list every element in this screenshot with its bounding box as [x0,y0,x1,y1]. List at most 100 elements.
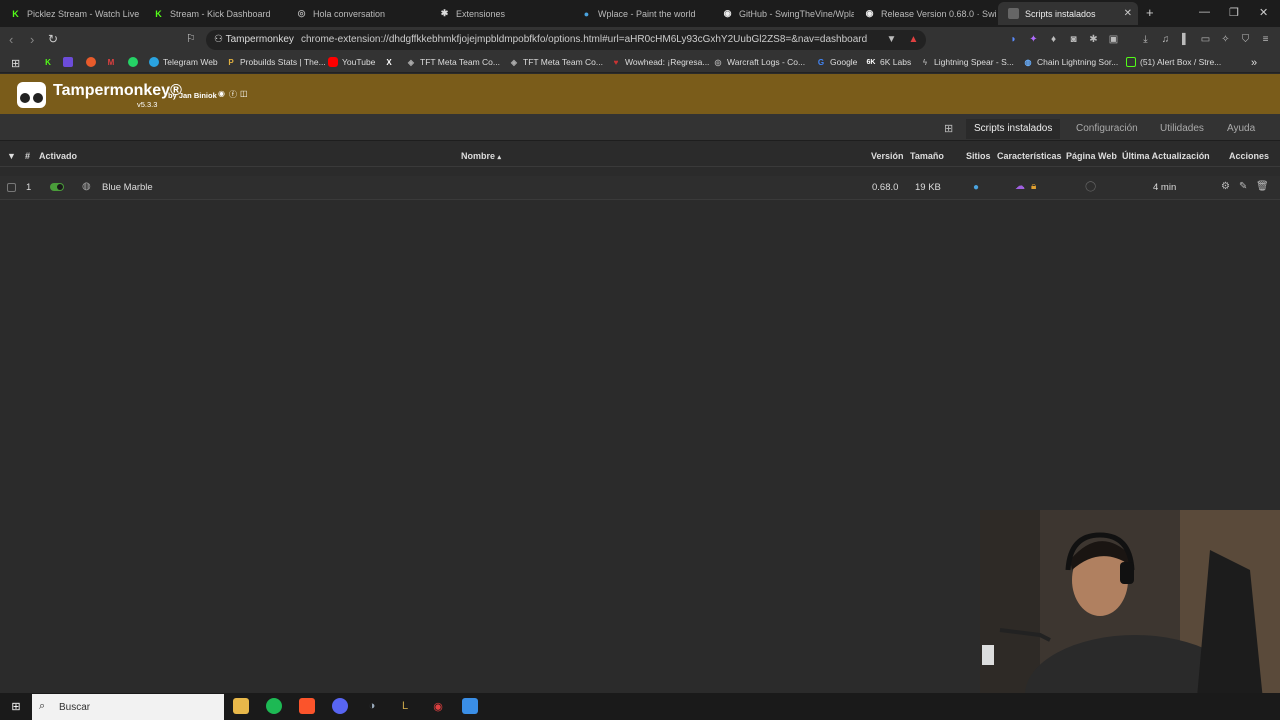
bookmark-youtube[interactable]: YouTube [328,57,375,67]
apps-icon[interactable]: ⊞ [11,57,20,70]
sort-arrow-icon: ▴ [497,154,502,161]
bookmark-item[interactable] [86,57,100,67]
browser-tab[interactable]: ◎ Hola conversation [286,2,428,25]
column-homepage[interactable]: Página Web [1066,151,1117,161]
music-icon[interactable]: ♫ [1159,33,1172,46]
file-explorer-icon[interactable] [233,698,249,714]
windows-start-icon[interactable]: ⊞ [8,698,24,714]
more-bookmarks-icon[interactable]: » [1251,57,1257,69]
github-icon[interactable]: ◉ [218,89,225,98]
extension-icon[interactable]: ▣ [1107,33,1120,46]
chat-icon: ◎ [297,8,306,18]
column-actions[interactable]: Acciones [1229,151,1269,161]
bookmark-tft[interactable]: ◈ TFT Meta Team Co... [509,57,603,67]
menu-icon[interactable]: ≡ [1259,33,1272,46]
row-checkbox[interactable] [7,183,16,192]
new-tab-button[interactable]: + [1146,5,1154,20]
spotify-icon[interactable] [266,698,282,714]
discord-icon[interactable] [332,698,348,714]
download-icon[interactable]: ⤓ [1139,33,1152,46]
column-version[interactable]: Versión [871,151,904,161]
taskbar-search-placeholder: Buscar [59,702,91,713]
column-name[interactable]: Nombre ▴ [461,151,501,161]
github-icon[interactable]: ◯ [1085,181,1096,192]
browser-tab[interactable]: ✱ Extensiones [429,2,571,25]
brave-icon[interactable] [299,698,315,714]
trash-icon[interactable]: 🗑︎ [1256,181,1269,192]
back-icon[interactable]: ‹ [9,32,13,47]
steam-icon[interactable]: ◑ [364,698,380,714]
restore-button[interactable]: ❐ [1229,6,1239,19]
site-icon[interactable]: ● [973,182,979,193]
bookmark-alertbox[interactable]: (51) Alert Box / Stre... [1126,57,1221,67]
enabled-toggle[interactable] [50,183,64,191]
column-sites[interactable]: Sitios [966,151,991,161]
tab-installed-scripts[interactable]: Scripts instalados [966,119,1061,139]
brave-rewards-icon[interactable]: ▲ [907,33,920,46]
new-script-icon[interactable]: ⊞ [944,122,953,135]
column-features[interactable]: Características [997,151,1062,161]
extension-icon[interactable]: ✦ [1027,33,1040,46]
brave-shield-icon[interactable]: ▼ [885,33,898,46]
reload-icon[interactable]: ↻ [48,32,58,46]
gmail-icon: M [107,57,115,67]
puzzle-icon[interactable]: ✱ [1087,33,1100,46]
browser-tab[interactable]: ● Wplace - Paint the world [571,2,713,25]
google-icon: G [817,57,825,67]
bookmark-lightning[interactable]: ϟ Lightning Spear - S... [920,57,1014,67]
bookmark-whatsapp[interactable] [128,57,142,67]
browser-tab[interactable]: ◉ GitHub - SwingTheVine/Wplac [712,2,854,25]
url-text[interactable]: chrome-extension://dhdgffkkebhmkfjojejmp… [301,34,867,45]
edit-icon[interactable]: ✎ [1239,181,1247,192]
close-window-button[interactable]: ✕ [1259,6,1268,19]
bookmark-probuilds[interactable]: P Probuilds Stats | The... [226,57,325,67]
leo-icon[interactable]: ✧ [1219,33,1232,46]
bookmark-wowhead[interactable]: ♥ Wowhead: ¡Regresa... [611,57,710,67]
bookmark-6klabs[interactable]: 6K 6K Labs [866,57,912,67]
bookmark-item[interactable] [63,57,77,67]
vpn-icon[interactable]: ⛉ [1239,33,1252,46]
browser-tab-active[interactable]: Scripts instalados ✕ [998,2,1138,25]
column-enabled[interactable]: Activado [39,151,77,161]
minimize-button[interactable]: — [1199,6,1210,18]
tampermonkey-icon [1008,8,1019,19]
script-name[interactable]: Blue Marble [102,182,153,193]
column-last-updated[interactable]: Última Actualización [1122,151,1210,161]
tft-icon: ◈ [510,57,518,67]
wallet-icon[interactable]: ▭ [1199,33,1212,46]
obs-icon[interactable]: ◉ [430,698,446,714]
bookmark-chain-lightning[interactable]: ◍ Chain Lightning Sor... [1023,57,1119,67]
instagram-icon[interactable]: ◫ [240,89,248,98]
extension-icon[interactable]: ◗ [1007,33,1020,46]
column-number[interactable]: # [25,151,30,161]
bookmark-x[interactable]: X [384,57,398,67]
warcraftlogs-icon: ◎ [714,57,722,67]
extension-icon[interactable]: ♦ [1047,33,1060,46]
browser-tab[interactable]: K Stream - Kick Dashboard [143,2,285,25]
sidebar-icon[interactable]: ▌ [1179,33,1192,46]
app-icon[interactable] [462,698,478,714]
bookmark-kick[interactable]: K [43,57,57,67]
browser-tab[interactable]: K Picklez Stream - Watch Live on [0,2,142,25]
browser-tab[interactable]: ◉Release Version 0.68.0 · SwingT [854,2,996,25]
tampermonkey-icon[interactable]: ◙ [1067,33,1080,46]
bookmark-telegram[interactable]: Telegram Web [149,57,218,67]
bookmark-google[interactable]: G Google [816,57,858,67]
column-size[interactable]: Tamaño [910,151,944,161]
site-info-chip[interactable]: ⚇ Tampermonkey [214,34,294,45]
filter-icon[interactable]: ▼ [7,151,16,161]
bookmark-warcraftlogs[interactable]: ◎ Warcraft Logs - Co... [713,57,806,67]
tft-icon: ◈ [407,57,415,67]
tab-utilities[interactable]: Utilidades [1152,119,1212,139]
settings-icon[interactable]: ⚙ [1221,181,1230,192]
bookmark-icon[interactable]: ⚐ [186,32,196,45]
forward-icon[interactable]: › [30,32,34,47]
bookmark-item[interactable]: M [106,57,120,67]
close-icon[interactable]: ✕ [1124,8,1132,19]
extension-icon: ⚇ [214,34,226,45]
league-icon[interactable]: L [397,698,413,714]
bookmark-tft[interactable]: ◈ TFT Meta Team Co... [406,57,500,67]
tab-help[interactable]: Ayuda [1219,119,1263,139]
tab-settings[interactable]: Configuración [1068,119,1146,139]
facebook-icon[interactable]: ⓕ [229,89,237,100]
